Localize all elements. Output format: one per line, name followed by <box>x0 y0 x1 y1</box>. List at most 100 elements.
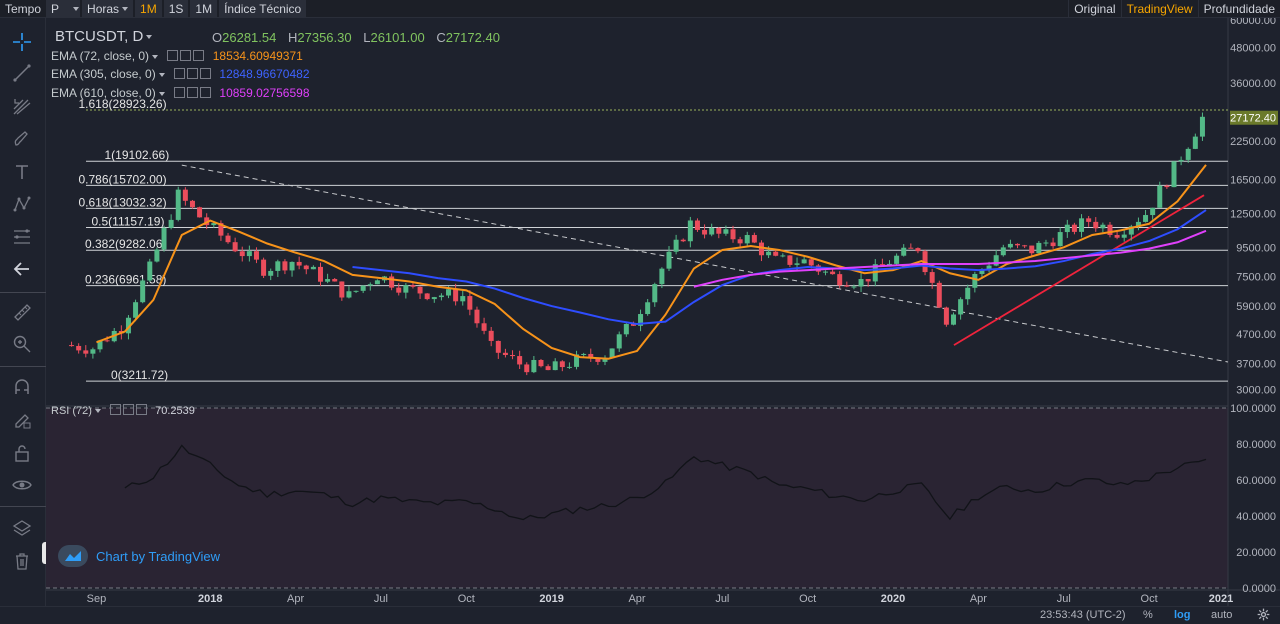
candle-body <box>780 255 786 257</box>
close-icon[interactable] <box>193 50 205 61</box>
settings-icon[interactable] <box>174 68 186 79</box>
close-icon[interactable] <box>200 87 212 98</box>
candle-body <box>1015 243 1021 246</box>
eye-icon[interactable] <box>187 68 199 79</box>
candle-body <box>360 285 366 291</box>
interval-1m-button[interactable]: 1M <box>135 0 162 18</box>
hours-select[interactable]: Horas <box>82 0 134 18</box>
symbol-legend[interactable]: BTCUSDT, D <box>52 28 153 45</box>
close-icon[interactable] <box>136 404 148 415</box>
text-icon[interactable] <box>10 160 34 184</box>
interval-1mo-button[interactable]: 1M <box>190 0 218 18</box>
candle-body <box>559 361 565 368</box>
fib-level-label: 0.236(6961.58) <box>85 273 166 287</box>
candle-body <box>431 297 437 300</box>
eye-icon[interactable] <box>180 50 192 61</box>
candle-body <box>239 251 245 257</box>
time-tick-label: 2020 <box>881 593 905 605</box>
rsi-legend[interactable]: RSI (72) 70.2539 <box>51 404 195 417</box>
eye-icon[interactable] <box>187 87 199 98</box>
candle-body <box>389 276 395 288</box>
candle-body <box>851 286 857 288</box>
period-value: P <box>51 1 60 16</box>
ema72-label: EMA (72, close, 0) <box>51 49 150 63</box>
candle-body <box>147 261 153 281</box>
auto-scale-button[interactable]: auto <box>1211 609 1232 621</box>
trash-icon[interactable] <box>10 549 34 573</box>
candle-body <box>1043 242 1049 244</box>
candle-body <box>666 251 672 269</box>
fib-level-label: 0.382(9282.06) <box>85 237 166 251</box>
candle-body <box>773 251 779 256</box>
candle-body <box>958 299 964 315</box>
interval-1s-button[interactable]: 1S <box>163 0 189 18</box>
rsi-tick-label: 100.0000 <box>1230 403 1276 415</box>
ema610-legend[interactable]: EMA (610, close, 0) 10859.02756598 <box>51 86 310 100</box>
price-tick-label: 12500.00 <box>1230 208 1276 220</box>
time-tick-label: Oct <box>458 593 475 605</box>
candle-body <box>865 279 871 282</box>
brush-icon[interactable] <box>10 127 34 151</box>
layers-icon[interactable] <box>10 516 34 540</box>
candle-body <box>1178 159 1184 162</box>
ema305-label: EMA (305, close, 0) <box>51 67 156 81</box>
candle-body <box>517 356 523 365</box>
candle-body <box>467 296 473 310</box>
candle-body <box>1157 185 1163 208</box>
price-tick-label: 48000.00 <box>1230 43 1276 55</box>
candle-body <box>417 286 423 294</box>
open-key: O <box>212 30 223 45</box>
lock-drawing-icon[interactable] <box>10 408 34 432</box>
candle-body <box>1057 232 1063 247</box>
zoom-icon[interactable] <box>10 332 34 356</box>
time-tick-label: 2019 <box>539 593 563 605</box>
tradingview-watermark[interactable]: Chart by TradingView <box>58 545 220 567</box>
magnet-icon[interactable] <box>10 375 34 399</box>
lock-icon[interactable] <box>10 441 34 465</box>
candle-body <box>652 284 658 303</box>
ruler-icon[interactable] <box>10 300 34 324</box>
chevron-down-icon <box>122 7 129 12</box>
candle-body <box>225 235 231 243</box>
settings-icon[interactable] <box>174 87 186 98</box>
chevron-down-icon <box>146 35 153 40</box>
crosshair-icon[interactable] <box>10 30 34 54</box>
candle-body <box>1100 224 1106 229</box>
candle-body <box>844 285 850 287</box>
candle-body <box>723 229 729 234</box>
time-tick-label: Oct <box>1141 593 1158 605</box>
back-arrow-icon[interactable] <box>10 257 34 281</box>
settings-icon[interactable] <box>110 404 122 415</box>
candle-body <box>822 271 828 273</box>
percent-scale-button[interactable]: % <box>1143 609 1153 621</box>
trend-line-icon[interactable] <box>10 61 34 85</box>
pattern-icon[interactable] <box>10 192 34 216</box>
candle-body <box>396 287 402 293</box>
settings-gear-icon[interactable] <box>1257 608 1270 624</box>
candle-body <box>1036 242 1042 254</box>
ema72-legend[interactable]: EMA (72, close, 0) 18534.60949371 <box>51 49 303 63</box>
price-chart[interactable]: 1.618(28923.26)1(19102.66)0.786(15702.00… <box>46 18 1280 606</box>
technical-indicators-button[interactable]: Índice Técnico <box>219 0 307 18</box>
candle-body <box>972 273 978 288</box>
fib-retracement-icon[interactable] <box>10 225 34 249</box>
candle-body <box>1029 245 1035 254</box>
log-scale-button[interactable]: log <box>1174 609 1191 621</box>
settings-icon[interactable] <box>167 50 179 61</box>
pitchfork-icon[interactable] <box>10 94 34 118</box>
toolbar-divider <box>0 292 46 293</box>
close-icon[interactable] <box>200 68 212 79</box>
eye-icon[interactable] <box>10 473 34 497</box>
period-select[interactable]: P <box>46 0 81 18</box>
view-tradingview-button[interactable]: TradingView <box>1120 0 1198 18</box>
candle-body <box>751 235 757 243</box>
chevron-down-icon <box>73 7 80 12</box>
candle-body <box>616 334 622 349</box>
ema305-legend[interactable]: EMA (305, close, 0) 12848.96670482 <box>51 67 310 81</box>
view-depth-button[interactable]: Profundidade <box>1197 0 1280 18</box>
view-original-button[interactable]: Original <box>1068 0 1120 18</box>
candle-body <box>936 282 942 308</box>
eye-icon[interactable] <box>123 404 135 415</box>
candle-body <box>296 261 302 266</box>
high-value: 27356.30 <box>297 30 352 45</box>
